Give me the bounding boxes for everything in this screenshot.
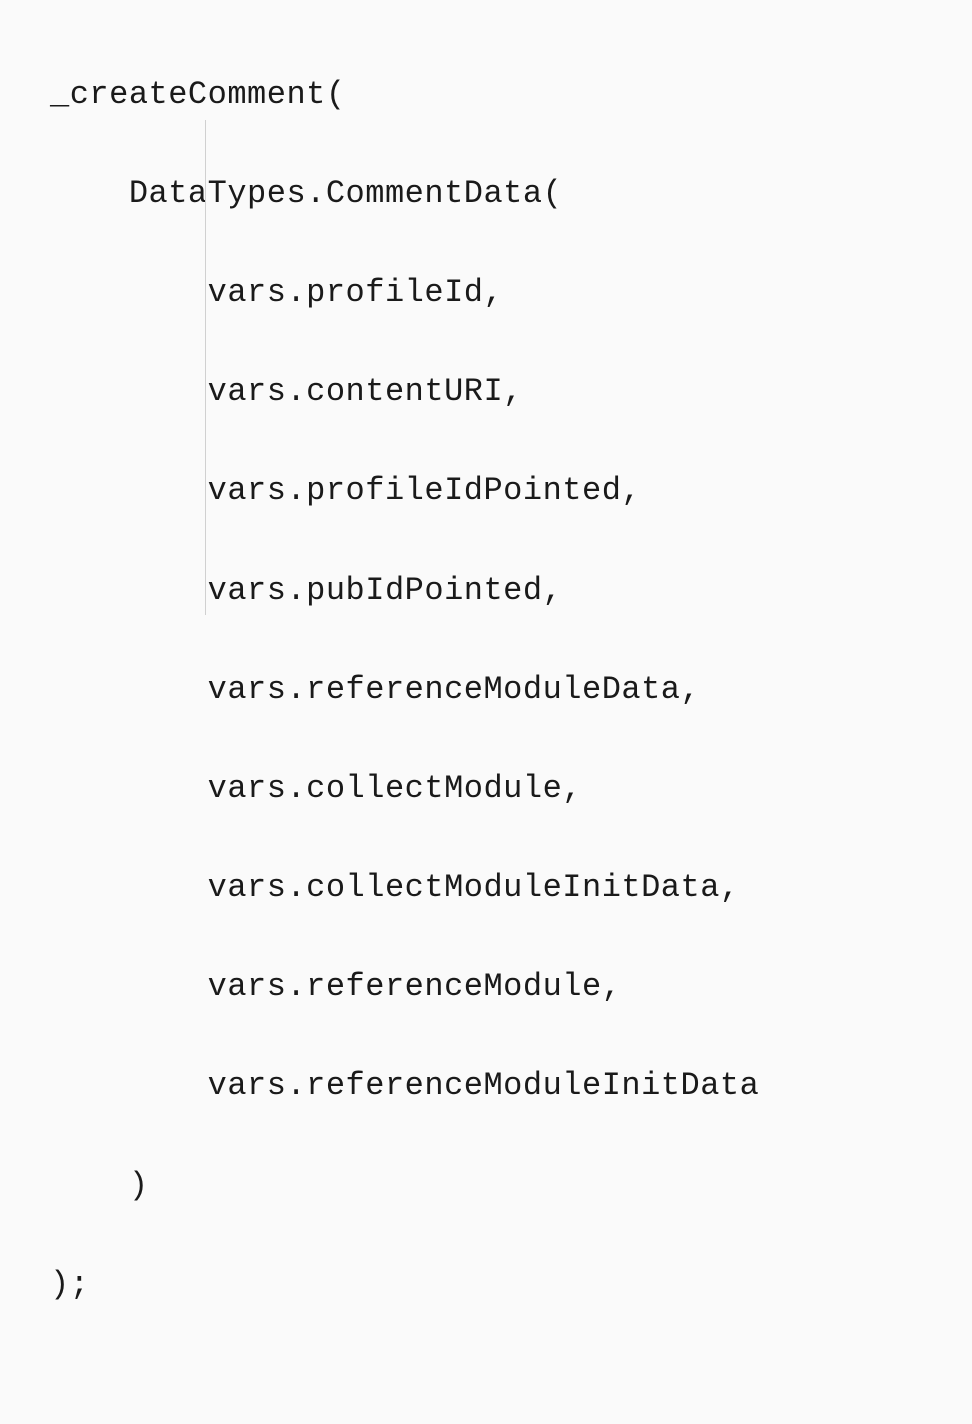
code-line: vars.contentURI,: [50, 367, 972, 417]
code-line: vars.pubIdPointed,: [50, 566, 972, 616]
code-line: vars.collectModuleInitData,: [50, 863, 972, 913]
code-line: );: [50, 1260, 972, 1310]
code-line: ): [50, 1161, 972, 1211]
code-line: vars.referenceModuleInitData: [50, 1061, 972, 1111]
indent-guide: [205, 120, 206, 615]
code-line: DataTypes.CommentData(: [50, 169, 972, 219]
code-line: _createComment(: [50, 70, 972, 120]
code-line: vars.referenceModuleData,: [50, 665, 972, 715]
code-line: vars.referenceModule,: [50, 962, 972, 1012]
code-line: vars.collectModule,: [50, 764, 972, 814]
code-line: vars.profileId,: [50, 268, 972, 318]
code-snippet: _createComment( DataTypes.CommentData( v…: [50, 20, 972, 1409]
code-line: vars.profileIdPointed,: [50, 466, 972, 516]
